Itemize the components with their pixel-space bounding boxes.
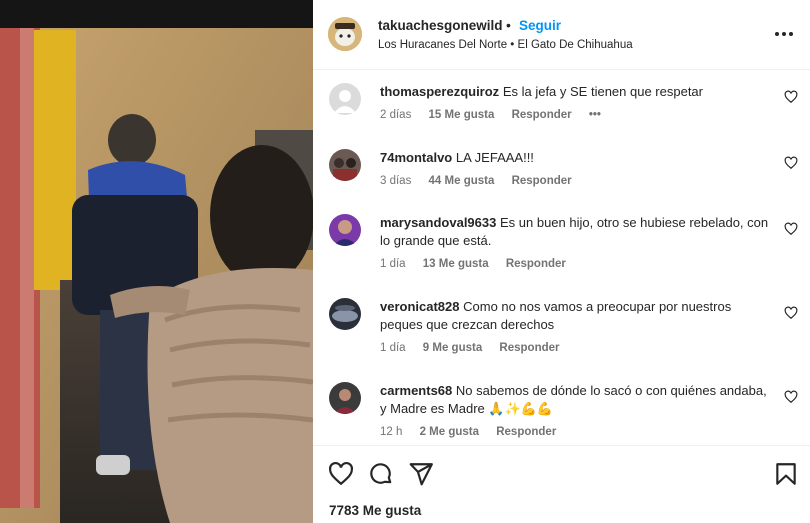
comment-time[interactable]: 3 días — [380, 175, 411, 187]
comment-body: marysandoval9633 Es un buen hijo, otro s… — [380, 214, 770, 250]
post-details-panel: takuachesgonewild • Seguir Los Huracanes… — [313, 0, 810, 523]
comment-meta: 2 días 15 Me gusta Responder ••• — [380, 109, 615, 121]
like-count[interactable]: 7783 Me gusta — [329, 503, 421, 518]
comment-likes[interactable]: 13 Me gusta — [423, 258, 489, 270]
commenter-avatar[interactable] — [329, 149, 361, 181]
reply-button[interactable]: Responder — [499, 342, 559, 354]
comment-body: carments68 No sabemos de dónde lo sacó o… — [380, 382, 770, 418]
commenter-username[interactable]: thomasperezquiroz — [380, 84, 499, 99]
commenter-username[interactable]: carments68 — [380, 383, 452, 398]
comment-text: Es la jefa y SE tienen que respetar — [502, 84, 703, 99]
comment-meta: 3 días 44 Me gusta Responder — [380, 175, 586, 187]
paper-plane-icon[interactable] — [408, 461, 434, 487]
comment-meta: 1 día 13 Me gusta Responder — [380, 258, 580, 270]
post-header: takuachesgonewild • Seguir Los Huracanes… — [313, 0, 810, 70]
comment-icon[interactable] — [368, 461, 394, 487]
post-actions: 7783 Me gusta — [313, 445, 810, 523]
reply-button[interactable]: Responder — [496, 426, 556, 438]
commenter-username[interactable]: veronicat828 — [380, 299, 460, 314]
heart-icon[interactable] — [784, 222, 798, 236]
comments-list[interactable]: thomasperezquiroz Es la jefa y SE tienen… — [313, 71, 810, 445]
comment-body: veronicat828 Como no nos vamos a preocup… — [380, 298, 770, 334]
video-frame — [0, 0, 313, 523]
commenter-avatar[interactable] — [329, 83, 361, 115]
reply-button[interactable]: Responder — [512, 109, 572, 121]
comment-likes[interactable]: 2 Me gusta — [420, 426, 479, 438]
comment-likes[interactable]: 44 Me gusta — [429, 175, 495, 187]
audio-track-link[interactable]: Los Huracanes Del Norte • El Gato De Chi… — [378, 39, 633, 51]
heart-icon[interactable] — [328, 461, 354, 487]
comment-time[interactable]: 1 día — [380, 342, 406, 354]
comment-likes[interactable]: 15 Me gusta — [429, 109, 495, 121]
comment-meta: 12 h 2 Me gusta Responder — [380, 426, 570, 438]
comment-time[interactable]: 12 h — [380, 426, 402, 438]
heart-icon[interactable] — [784, 306, 798, 320]
commenter-username[interactable]: 74montalvo — [380, 150, 452, 165]
more-options-icon[interactable] — [773, 24, 795, 44]
author-avatar[interactable] — [328, 17, 362, 51]
commenter-avatar[interactable] — [329, 214, 361, 246]
follow-button[interactable]: Seguir — [519, 18, 561, 33]
comment-body: thomasperezquiroz Es la jefa y SE tienen… — [380, 83, 770, 101]
commenter-avatar[interactable] — [329, 298, 361, 330]
comment-body: 74montalvo LA JEFAAA!!! — [380, 149, 770, 167]
comment-options-icon[interactable]: ••• — [589, 109, 601, 121]
reply-button[interactable]: Responder — [512, 175, 572, 187]
author-username[interactable]: takuachesgonewild — [378, 18, 503, 33]
comment-time[interactable]: 2 días — [380, 109, 411, 121]
commenter-avatar[interactable] — [329, 382, 361, 414]
comment-meta: 1 día 9 Me gusta Responder — [380, 342, 574, 354]
reply-button[interactable]: Responder — [506, 258, 566, 270]
comment-time[interactable]: 1 día — [380, 258, 406, 270]
heart-icon[interactable] — [784, 90, 798, 104]
comment-likes[interactable]: 9 Me gusta — [423, 342, 482, 354]
comment-text: LA JEFAAA!!! — [455, 150, 534, 165]
post-video[interactable] — [0, 0, 313, 523]
bookmark-icon[interactable] — [773, 461, 799, 487]
heart-icon[interactable] — [784, 156, 798, 170]
heart-icon[interactable] — [784, 390, 798, 404]
header-separator: • — [506, 17, 511, 33]
commenter-username[interactable]: marysandoval9633 — [380, 215, 496, 230]
